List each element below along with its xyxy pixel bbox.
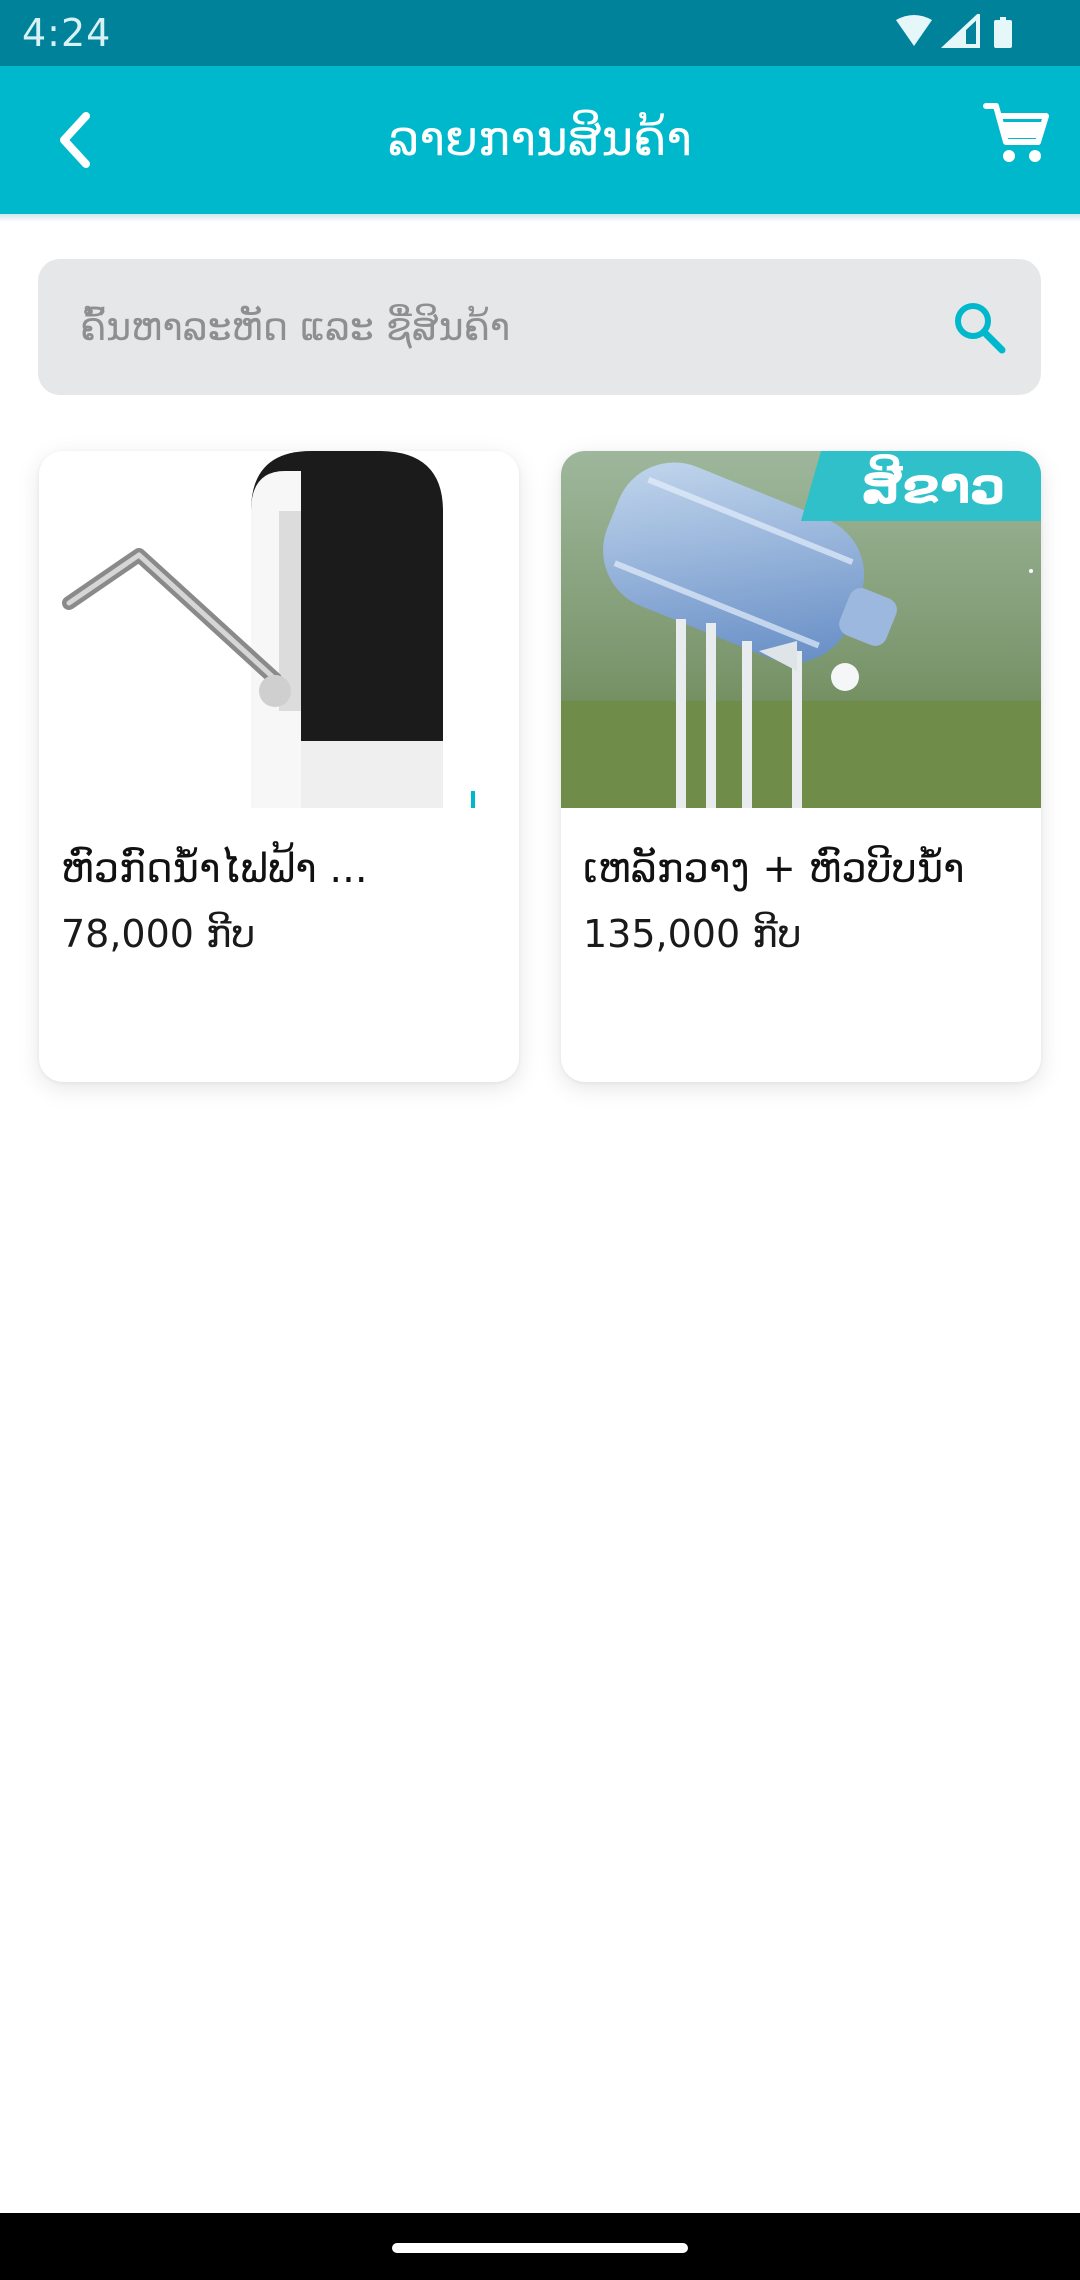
product-price: 78,000 ກີບ [61, 912, 256, 956]
status-icons [896, 14, 1012, 48]
navigation-bar [0, 2213, 1080, 2280]
product-price: 135,000 ກີບ [583, 912, 802, 956]
product-name: ຫົວກົດນ້ຳໄຟຟ້າ ... [61, 846, 368, 892]
signal-icon [940, 14, 980, 48]
wifi-icon [896, 15, 932, 46]
product-card[interactable]: ຫົວກົດນ້ຳໄຟຟ້າ ... 78,000 ກີບ [39, 451, 519, 1082]
battery-icon [994, 17, 1012, 48]
svg-text:ສີຂາວ: ສີຂາວ [861, 453, 1006, 515]
app-bar: ລາຍການສິນຄ້າ [0, 66, 1080, 214]
app-bar-shadow [0, 214, 1080, 222]
product-image-water-pump [39, 451, 519, 808]
search-input[interactable]: ຄົ້ນຫາລະຫັດ ແລະ ຊື່ສິນຄ້າ [38, 259, 1041, 395]
product-card[interactable]: ສີຂາວ ເຫລັກວາງ + ຫົວບີບນ້ຳ 135,000 ກີບ [561, 451, 1041, 1082]
product-list-screen: 4:24 ລາຍການສິນຄ້າ ຄົ້ນຫາລະຫັດ ແລະ ຊື່ສິນ… [0, 0, 1080, 2280]
search-icon[interactable] [951, 299, 1007, 355]
cart-icon[interactable] [982, 98, 1052, 168]
search-placeholder: ຄົ້ນຫາລະຫັດ ແລະ ຊື່ສິນຄ້າ [80, 305, 511, 349]
status-bar: 4:24 [0, 0, 1080, 66]
status-time: 4:24 [22, 11, 112, 55]
home-gesture-handle[interactable] [392, 2243, 688, 2253]
product-name: ເຫລັກວາງ + ຫົວບີບນ້ຳ [583, 846, 965, 892]
page-title: ລາຍການສິນຄ້າ [388, 111, 692, 167]
product-image-bottle-stand: ສີຂາວ [561, 451, 1041, 808]
